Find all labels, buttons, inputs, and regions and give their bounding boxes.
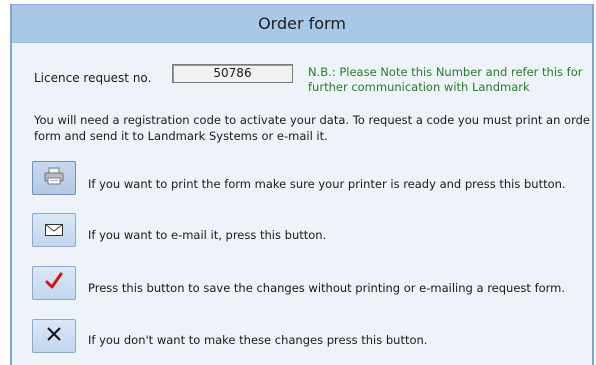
email-button[interactable] <box>32 213 76 247</box>
cancel-button[interactable] <box>32 319 76 353</box>
form-content: Licence request no. 50786 N.B.: Please N… <box>12 43 592 365</box>
licence-label: Licence request no. <box>34 71 152 85</box>
cancel-instruction: If you don't want to make these changes … <box>88 333 428 347</box>
window-title: Order form <box>258 14 346 33</box>
print-instruction: If you want to print the form make sure … <box>88 177 566 191</box>
close-icon <box>46 326 62 346</box>
licence-note-line2: further communication with Landmark <box>308 80 530 94</box>
save-instruction: Press this button to save the changes wi… <box>88 281 566 295</box>
envelope-icon <box>45 221 63 240</box>
registration-info-line2: form and send it to Landmark Systems or … <box>34 129 328 143</box>
licence-note-line1: N.B.: Please Note this Number and refer … <box>308 65 583 79</box>
licence-number-field: 50786 <box>172 64 293 83</box>
save-button[interactable] <box>32 266 76 300</box>
title-bar[interactable]: Order form <box>12 5 592 43</box>
printer-icon <box>43 166 65 190</box>
email-instruction: If you want to e-mail it, press this but… <box>88 228 327 242</box>
registration-info-line1: You will need a registration code to act… <box>34 113 590 127</box>
registration-info: You will need a registration code to act… <box>34 112 592 144</box>
checkmark-icon <box>44 272 64 294</box>
print-button[interactable] <box>32 161 76 195</box>
order-form-window: Order form Licence request no. 50786 N.B… <box>10 4 594 365</box>
licence-note: N.B.: Please Note this Number and refer … <box>308 65 582 95</box>
